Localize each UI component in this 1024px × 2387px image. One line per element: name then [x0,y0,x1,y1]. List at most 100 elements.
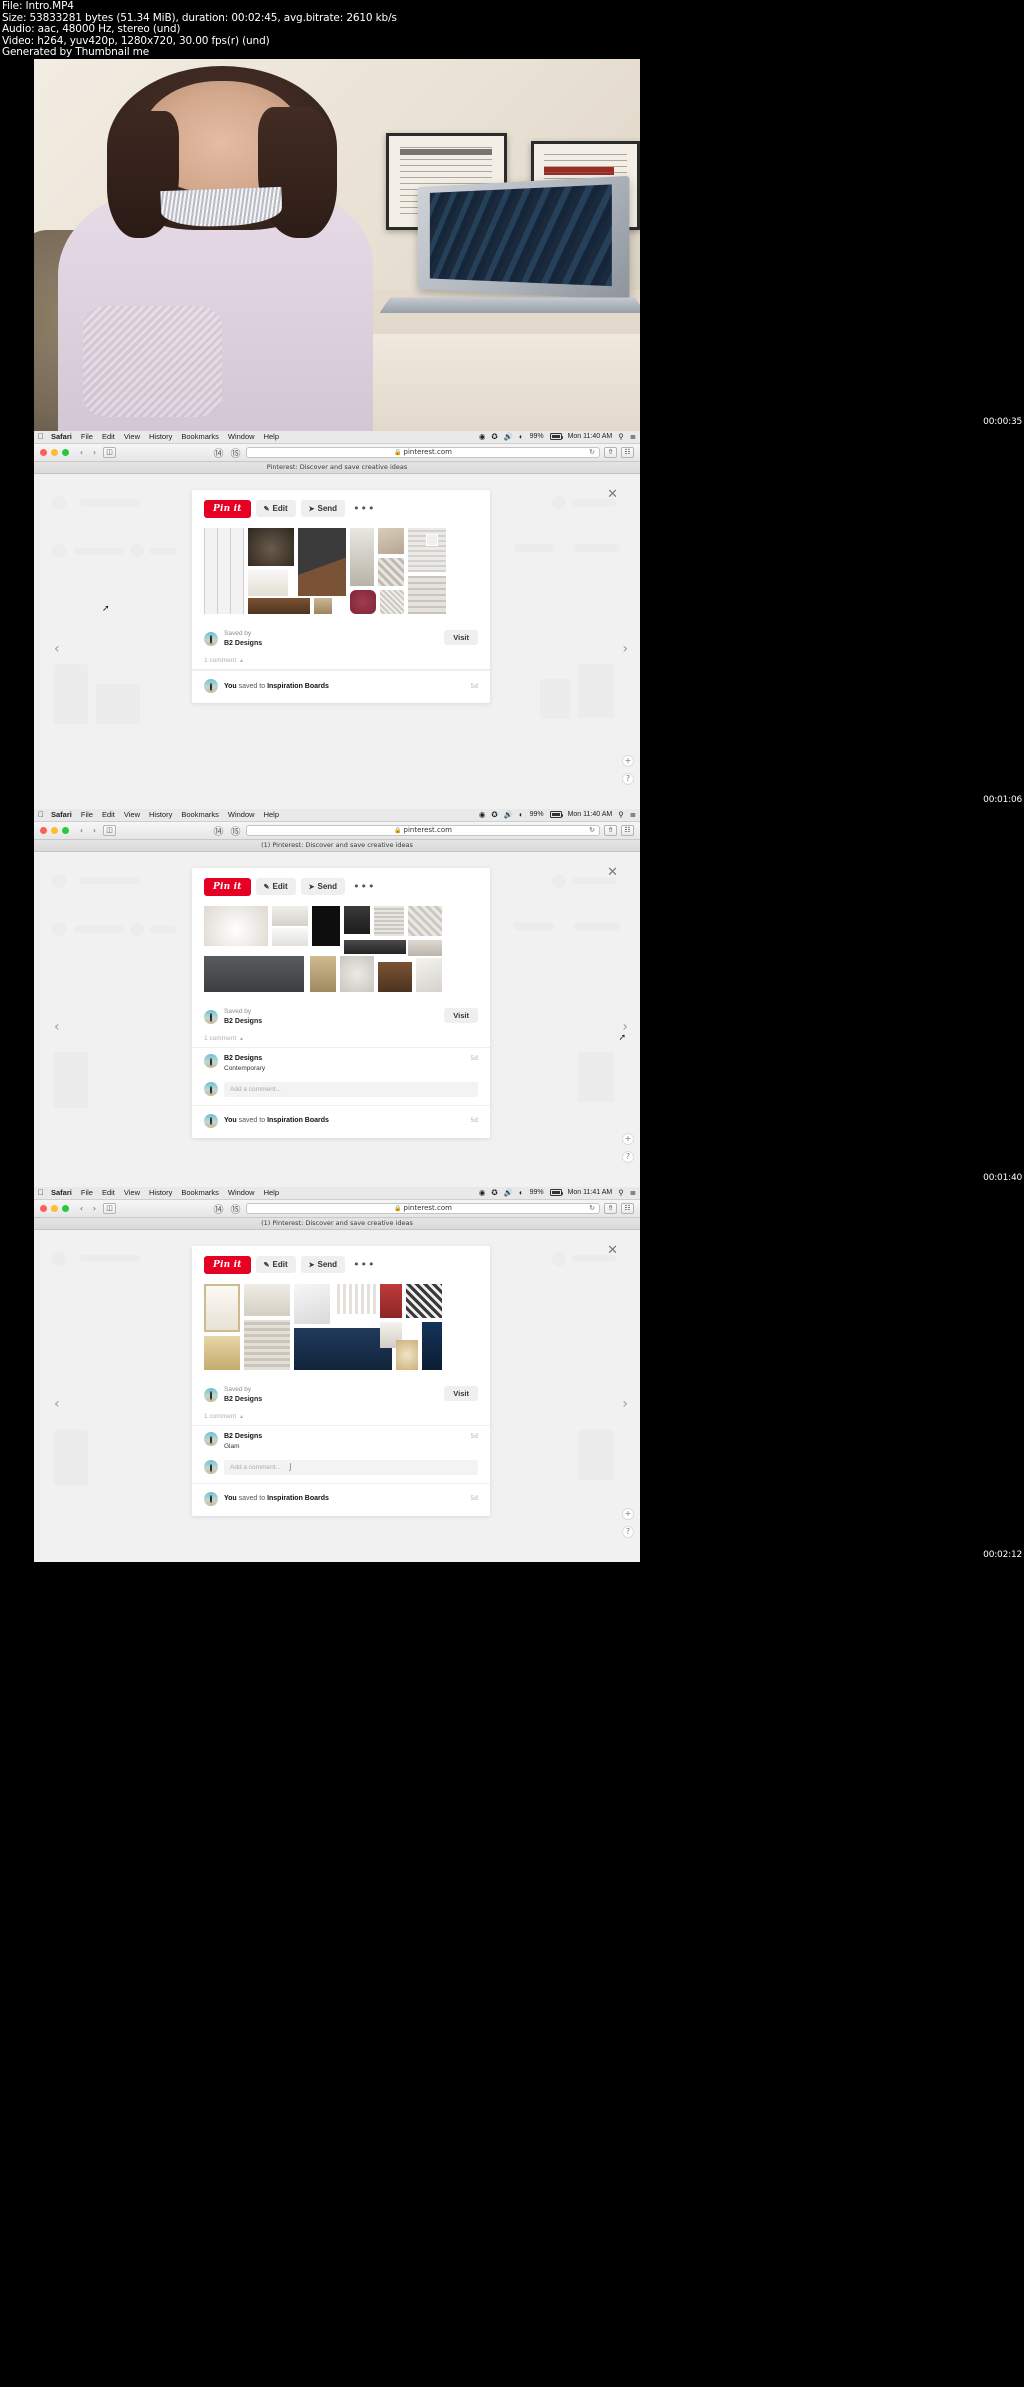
pin-it-button-3[interactable]: Pin it [204,1255,251,1274]
zoom-out-icon[interactable]: ⑭ [212,447,225,460]
help-button-1[interactable]: ? [622,772,634,785]
address-bar-1[interactable]: 🔒 pinterest.com ↻ [246,446,600,458]
visit-button-2[interactable]: Visit [444,1007,478,1023]
pin-collage-1[interactable] [204,527,478,620]
pin-collage-3[interactable] [204,1283,478,1376]
minimize-window-button[interactable] [51,1204,58,1212]
menu-item-safari[interactable]: Safari [51,432,72,441]
sidebar-icon[interactable]: ◫ [103,446,116,458]
zoom-in-icon[interactable]: ⑮ [229,825,242,838]
menu-item-edit[interactable]: Edit [102,1188,115,1197]
pin-it-button-1[interactable]: Pin it [204,499,251,518]
menu-item-help[interactable]: Help [264,810,279,819]
prev-pin-button-1[interactable]: ‹ [54,641,60,657]
sidebar-icon[interactable]: ◫ [103,1202,116,1214]
back-button[interactable]: ‹ [77,1204,86,1213]
tabs-icon[interactable]: ☷ [621,824,634,836]
comment-count-2[interactable]: 1 comment ▴ [192,1032,490,1049]
visit-button-1[interactable]: Visit [444,629,478,645]
menu-item-window[interactable]: Window [228,810,255,819]
edit-button-3[interactable]: ✎ Edit [255,1256,296,1274]
comment-count-3[interactable]: 1 comment ▴ [192,1410,490,1427]
window-controls-3[interactable] [40,1204,69,1212]
menu-item-view[interactable]: View [124,432,140,441]
saved-by-user-3[interactable]: B2 Designs [224,1395,262,1404]
close-window-button[interactable] [40,1204,47,1212]
safari-tab-bar-1[interactable]: Pinterest: Discover and save creative id… [34,461,640,474]
record-icon[interactable]: ◉ [479,432,486,441]
saved-to-board-3[interactable]: Inspiration Boards [267,1495,329,1502]
reload-icon[interactable]: ↻ [589,1204,595,1212]
control-center-icon[interactable]: ≣ [630,1188,636,1197]
menu-item-file[interactable]: File [81,432,93,441]
reload-icon[interactable]: ↻ [589,448,595,456]
zoom-plus-button-2[interactable]: + [622,1132,634,1145]
zoom-target-icon[interactable] [426,533,438,546]
close-overlay-button-3[interactable]: ✕ [607,1244,618,1257]
saved-by-user-2[interactable]: B2 Designs [224,1017,262,1026]
forward-button[interactable]: › [90,448,99,457]
apple-menu-icon[interactable]:  [38,432,44,441]
edit-button-2[interactable]: ✎ Edit [255,878,296,896]
menu-item-bookmarks[interactable]: Bookmarks [181,810,219,819]
maximize-window-button[interactable] [62,1204,69,1212]
safari-tab-bar-2[interactable]: (1) Pinterest: Discover and save creativ… [34,839,640,852]
zoom-in-icon[interactable]: ⑮ [229,1203,242,1216]
dropbox-icon[interactable]: ✪ [491,432,497,441]
pin-collage-2[interactable] [204,905,478,998]
zoom-out-icon[interactable]: ⑭ [212,1203,225,1216]
menu-item-view[interactable]: View [124,1188,140,1197]
comment-author-3[interactable]: B2 Designs [224,1432,262,1442]
prev-pin-button-2[interactable]: ‹ [54,1019,60,1035]
minimize-window-button[interactable] [51,448,58,456]
menu-item-safari[interactable]: Safari [51,1188,72,1197]
share-icon[interactable]: ⇮ [604,1202,617,1214]
window-controls-1[interactable] [40,448,69,456]
dropbox-icon[interactable]: ✪ [491,1188,497,1197]
more-options-button-2[interactable]: ••• [350,881,375,892]
maximize-window-button[interactable] [62,448,69,456]
wifi-icon[interactable]: ◐ [519,810,524,819]
record-icon[interactable]: ◉ [479,810,486,819]
add-comment-input-3[interactable]: Add a comment... ⌡ [224,1459,478,1475]
prev-pin-button-3[interactable]: ‹ [54,1396,60,1412]
search-icon[interactable]: ⚲ [618,1188,624,1197]
menu-item-edit[interactable]: Edit [102,432,115,441]
wifi-icon[interactable]: ◐ [519,1188,524,1197]
share-icon[interactable]: ⇮ [604,824,617,836]
menu-item-history[interactable]: History [149,1188,172,1197]
send-button-1[interactable]: ➤ Send [300,500,346,518]
dropbox-icon[interactable]: ✪ [491,810,497,819]
menu-item-window[interactable]: Window [228,432,255,441]
apple-menu-icon[interactable]:  [38,810,44,819]
safari-tab-bar-3[interactable]: (1) Pinterest: Discover and save creativ… [34,1217,640,1230]
tabs-icon[interactable]: ☷ [621,1202,634,1214]
zoom-plus-button-3[interactable]: + [622,1507,634,1520]
control-center-icon[interactable]: ≣ [630,810,636,819]
search-icon[interactable]: ⚲ [618,810,624,819]
zoom-plus-button-1[interactable]: + [622,754,634,767]
forward-button[interactable]: › [90,1204,99,1213]
saved-to-board-2[interactable]: Inspiration Boards [267,1117,329,1124]
address-bar-2[interactable]: 🔒 pinterest.com ↻ [246,824,600,836]
menu-item-safari[interactable]: Safari [51,810,72,819]
close-window-button[interactable] [40,448,47,456]
close-window-button[interactable] [40,826,47,834]
back-button[interactable]: ‹ [77,448,86,457]
battery-icon[interactable] [549,433,564,441]
record-icon[interactable]: ◉ [479,1188,486,1197]
address-bar-3[interactable]: 🔒 pinterest.com ↻ [246,1202,600,1214]
add-comment-input-2[interactable]: Add a comment... [224,1081,478,1097]
next-pin-button-1[interactable]: › [622,641,628,657]
more-options-button-1[interactable]: ••• [350,503,375,514]
menu-item-file[interactable]: File [81,1188,93,1197]
comment-count-1[interactable]: 1 comment ▴ [192,654,490,671]
close-overlay-button-2[interactable]: ✕ [607,866,618,879]
send-button-3[interactable]: ➤ Send [300,1256,346,1274]
search-icon[interactable]: ⚲ [618,432,624,441]
close-overlay-button-1[interactable]: ✕ [607,488,618,501]
help-button-3[interactable]: ? [622,1525,634,1538]
pin-it-button-2[interactable]: Pin it [204,877,251,896]
saved-to-board-1[interactable]: Inspiration Boards [267,683,329,690]
zoom-in-icon[interactable]: ⑮ [229,447,242,460]
